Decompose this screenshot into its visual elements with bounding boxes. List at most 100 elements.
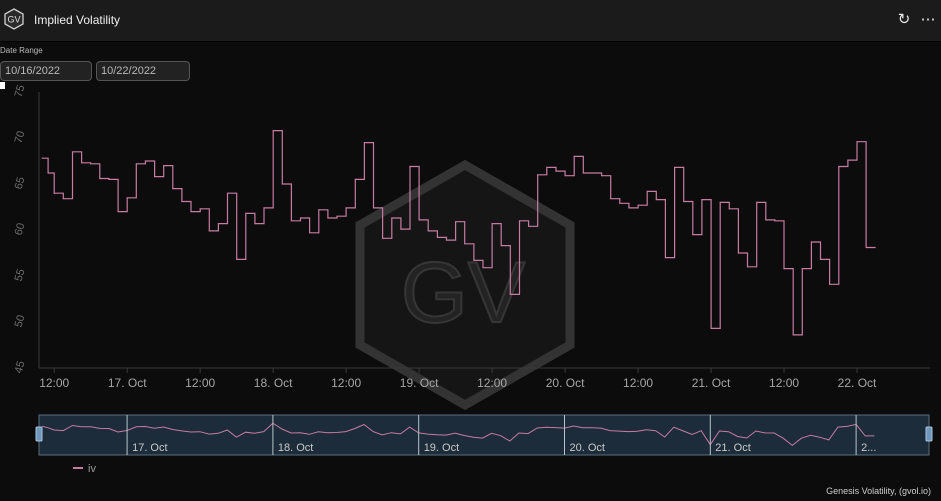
iv-data-point — [737, 252, 740, 254]
y-tick-label: 65 — [13, 176, 28, 191]
iv-data-point — [683, 200, 685, 203]
iv-data-point — [226, 192, 229, 194]
iv-data-point — [309, 232, 311, 234]
iv-data-point — [181, 200, 183, 203]
iv-data-point — [810, 241, 813, 243]
iv-data-point — [254, 223, 256, 225]
iv-data-point — [190, 211, 192, 213]
navigator-tick-label: 21. Oct — [715, 442, 750, 454]
iv-data-point — [445, 239, 448, 241]
iv-data-point — [500, 245, 502, 247]
iv-data-point — [272, 130, 274, 132]
iv-data-point — [601, 175, 603, 177]
iv-data-point — [163, 165, 165, 167]
x-tick-label: 12:00 — [477, 376, 507, 390]
iv-data-point — [418, 219, 420, 221]
iv-data-point — [701, 199, 703, 201]
iv-data-point — [819, 258, 822, 260]
iv-data-point — [518, 220, 521, 222]
iv-data-point — [372, 207, 375, 209]
navigator-tick-label: 18. Oct — [278, 442, 313, 454]
y-tick-label: 70 — [13, 130, 28, 145]
iv-data-point — [637, 204, 639, 206]
iv-data-point — [710, 327, 712, 329]
y-tick-label: 60 — [13, 222, 28, 237]
iv-data-point — [382, 237, 384, 239]
iv-data-point — [765, 219, 767, 221]
iv-data-point — [53, 192, 55, 194]
iv-data-point — [41, 157, 43, 159]
x-tick-label: 12:00 — [39, 376, 69, 390]
iv-data-point — [646, 190, 648, 192]
x-tick-label: 20. Oct — [546, 376, 585, 390]
iv-data-point — [199, 208, 201, 210]
iv-data-point — [829, 283, 831, 285]
y-tick-label: 45 — [13, 360, 28, 375]
navigator-window[interactable] — [38, 414, 930, 456]
iv-data-point — [427, 230, 429, 232]
iv-data-point — [263, 207, 265, 209]
iv-data-point — [582, 172, 584, 174]
iv-data-point — [62, 198, 64, 200]
iv-data-point — [318, 209, 320, 211]
iv-data-point — [108, 178, 110, 180]
iv-data-point — [856, 141, 858, 143]
y-tick-label: 50 — [13, 314, 28, 329]
iv-data-point — [436, 236, 438, 238]
iv-data-point — [838, 165, 840, 168]
iv-data-point — [81, 162, 83, 164]
iv-data-point — [409, 165, 411, 168]
iv-data-point — [217, 223, 219, 225]
navigator[interactable]: 17. Oct 18. Oct 19. Oct 20. Oct 21. Oct 2... — [35, 414, 933, 456]
legend-label[interactable]: iv — [88, 463, 96, 475]
legend[interactable]: iv — [73, 463, 96, 475]
iv-data-point — [874, 246, 876, 249]
iv-data-point — [728, 208, 730, 210]
iv-data-point — [546, 166, 548, 168]
iv-data-point — [610, 198, 612, 200]
iv-data-point — [774, 220, 776, 222]
x-tick-label: 22. Oct — [838, 376, 877, 390]
iv-data-point — [135, 163, 137, 165]
iv-data-point — [47, 172, 49, 174]
iv-data-point — [801, 268, 803, 270]
iv-data-point — [591, 172, 594, 174]
iv-data-point — [847, 159, 849, 161]
y-tick-label: 55 — [13, 268, 28, 283]
iv-data-point — [391, 217, 393, 219]
iv-data-point — [674, 166, 676, 168]
x-tick-label: 12:00 — [623, 376, 653, 390]
navigator-handle-right[interactable] — [925, 426, 933, 442]
iv-data-point — [71, 151, 74, 153]
iv-data-point — [464, 243, 466, 245]
navigator-tick-label: 19. Oct — [424, 442, 459, 454]
x-tick-label: 17. Oct — [108, 376, 147, 390]
navigator-tick-label: 17. Oct — [132, 442, 167, 454]
iv-data-point — [336, 215, 338, 217]
x-tick-label: 12:00 — [331, 376, 361, 390]
iv-data-point — [573, 155, 575, 157]
iv-data-point — [354, 178, 356, 180]
iv-data-point — [719, 201, 721, 203]
iv-data-point — [491, 223, 493, 225]
iv-data-point — [345, 207, 347, 209]
iv-data-point — [628, 207, 630, 209]
iv-data-point — [90, 163, 92, 165]
iv-data-point — [482, 267, 484, 269]
y-tick-label: 75 — [13, 84, 28, 99]
iv-data-point — [281, 183, 283, 185]
x-tick-label: 19. Oct — [400, 376, 439, 390]
iv-data-point — [473, 259, 475, 261]
iv-data-point — [555, 170, 557, 172]
navigator-tick-label: 20. Oct — [569, 442, 604, 454]
watermark: GV — [355, 159, 575, 411]
iv-chart: GV 45 50 55 60 65 70 75 12:00 17. Oct 12:00 18. Oc… — [13, 84, 933, 475]
iv-data-point — [144, 160, 146, 162]
navigator-handle-left[interactable] — [35, 426, 43, 442]
iv-data-point — [792, 334, 794, 336]
iv-data-point — [126, 197, 128, 199]
iv-data-point — [537, 174, 539, 176]
iv-data-point — [756, 201, 758, 203]
iv-data-point — [290, 220, 292, 222]
iv-data-point — [865, 246, 867, 249]
